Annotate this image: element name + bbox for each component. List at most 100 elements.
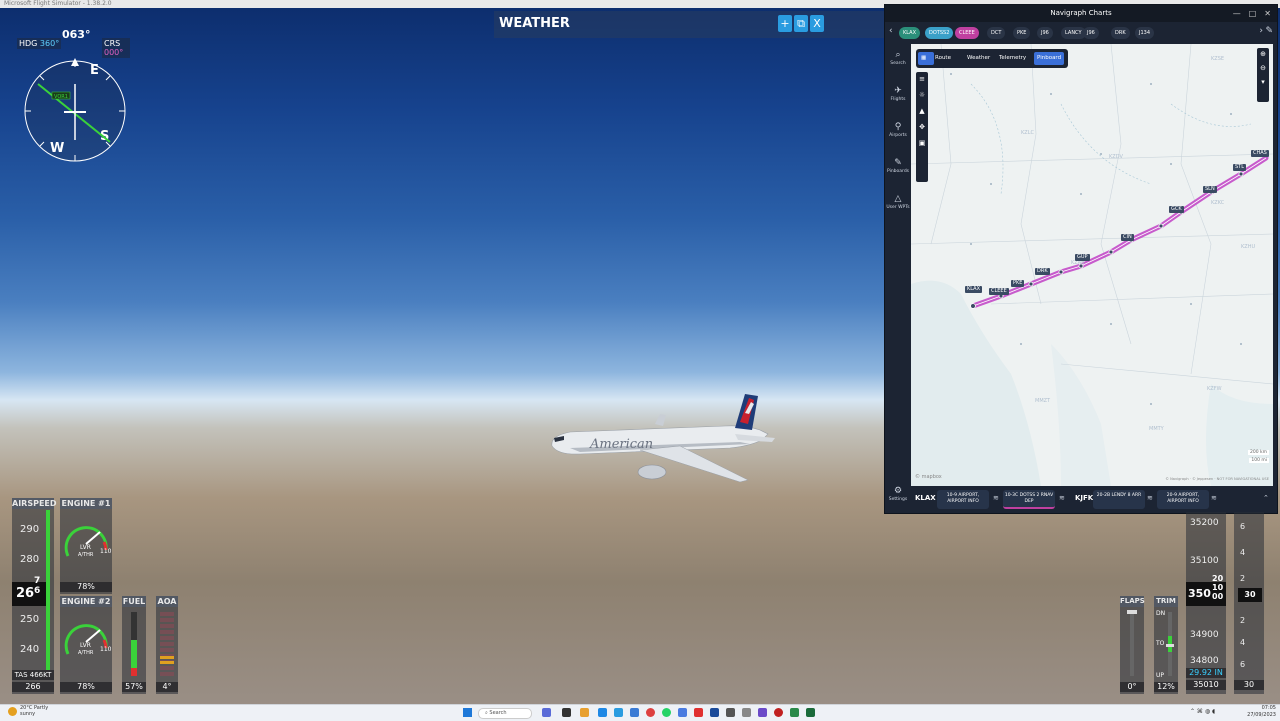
chart-layers-icon-3[interactable]: ≋ <box>1147 494 1153 502</box>
compass-w: W <box>50 141 64 156</box>
waypoint-sln[interactable]: SLN <box>1203 186 1217 193</box>
route-origin[interactable]: KLAX <box>899 27 921 39</box>
map-label-kzdv: KZDV <box>1109 154 1123 160</box>
arrival-airport[interactable]: KJFK <box>1075 494 1093 502</box>
waypoint-chas[interactable]: CHAS <box>1251 150 1269 157</box>
taskbar-app-icon-2[interactable] <box>562 708 571 717</box>
window-title: Microsoft Flight Simulator - 1.38.2.0 <box>4 0 112 7</box>
taskbar-app-icon-11[interactable] <box>790 708 799 717</box>
fuel-panel: FUEL 57% <box>122 596 146 694</box>
sidebar-item-search[interactable]: ⌕ Search <box>885 50 911 66</box>
taskbar-app-icon-9[interactable] <box>758 708 767 717</box>
map-label-kzfw: KZFW <box>1207 386 1222 392</box>
layers-icon[interactable]: ≡ <box>916 75 928 83</box>
weather-external-button[interactable]: ⧉ <box>794 15 808 32</box>
map-label-kzse: KZSE <box>1211 56 1225 62</box>
chart-klax-airport[interactable]: 10-9 AIRPORT, AIRPORT INFO <box>937 490 989 509</box>
weather-icon[interactable] <box>8 707 17 716</box>
route-cleee[interactable]: DCT <box>987 27 1006 39</box>
edit-icon[interactable]: ✎ <box>1265 26 1273 36</box>
taskbar-weather: 20°C Partly sunny <box>20 705 49 717</box>
zoom-out-icon[interactable]: ⊖ <box>1257 64 1269 72</box>
folder-icon[interactable] <box>580 708 589 717</box>
waypoint-gck[interactable]: GCK <box>1169 206 1184 213</box>
waypoint-stl[interactable]: STL <box>1233 164 1247 171</box>
brightness-icon[interactable]: ☼ <box>916 91 928 99</box>
waypoint-drk[interactable]: DRK <box>1035 268 1050 275</box>
taskbar-app-icon-8[interactable] <box>742 708 751 717</box>
waypoint-klax[interactable]: KLAX <box>965 286 983 293</box>
collapse-left-icon[interactable]: ‹ <box>889 26 893 36</box>
triangle-icon: △ <box>894 194 902 204</box>
tool-weather[interactable]: Weather <box>964 52 993 65</box>
map-view[interactable]: KZSE KZLC KZDV KZAB KZKC KZFW KZHU MMTY … <box>911 44 1273 486</box>
waypoint-cin[interactable]: CIN <box>1121 234 1134 241</box>
sidebar-item-flights[interactable]: ✈ Flights <box>885 86 911 102</box>
sidebar-item-pinboards[interactable]: ✎ Pinboards <box>885 158 911 174</box>
close-button[interactable]: ✕ <box>1264 9 1271 18</box>
altitude-panel: 35200 35100 34900 34800 350 20 10 00 29.9… <box>1186 512 1226 694</box>
sidebar-item-user-wpts[interactable]: △ User WPTs <box>885 194 911 210</box>
expand-up-icon[interactable]: ⌃ <box>1263 494 1269 502</box>
weather-add-button[interactable]: + <box>778 15 792 32</box>
pin-icon: ✎ <box>894 158 902 168</box>
chart-layers-icon-2[interactable]: ≋ <box>1059 494 1065 502</box>
taskbar-app-icon-5[interactable] <box>678 708 687 717</box>
move-icon[interactable]: ✥ <box>916 123 928 131</box>
vs-tick-6: 6 <box>1240 522 1246 531</box>
route-sid[interactable]: DOTSS2 <box>925 27 954 39</box>
chart-klax-dep[interactable]: 10-3C DOTSS 2 RNAV DEP <box>1003 490 1055 509</box>
tool-telemetry[interactable]: Telemetry <box>996 52 1029 65</box>
route-drk[interactable]: J134 <box>1135 27 1155 39</box>
taskbar-app-icon-1[interactable] <box>542 708 551 717</box>
chrome-icon[interactable] <box>646 708 655 717</box>
route-transition[interactable]: CLEEE <box>955 27 979 39</box>
aoa-value: 4° <box>156 682 178 692</box>
route-j96[interactable]: LANCY <box>1061 27 1086 39</box>
xbox-icon[interactable] <box>806 708 815 717</box>
edge-icon[interactable] <box>598 708 607 717</box>
windows-start-icon[interactable] <box>463 708 472 717</box>
airspeed-readout: 26 7 6 <box>12 576 46 606</box>
taskbar-app-icon-4[interactable] <box>630 708 639 717</box>
route-bar: ‹ KLAX DOTSS2 CLEEE DCT PKE J96 LANCY J9… <box>885 22 1277 44</box>
tray-icons[interactable]: ⌃ ⌘ ◍ ◖ <box>1190 708 1215 715</box>
chart-kjfk-airport[interactable]: 20-9 AIRPORT, AIRPORT INFO <box>1157 490 1209 509</box>
chart-layers-icon-4[interactable]: ≋ <box>1211 494 1217 502</box>
chart-kjfk-arr[interactable]: 20-2B LENDY 8 ARR <box>1093 490 1145 509</box>
weather-close-button[interactable]: X <box>810 15 824 32</box>
tool-pinboard[interactable]: Pinboard <box>1034 52 1065 65</box>
taskbar-app-icon-3[interactable] <box>614 708 623 717</box>
alt-tick-35100: 35100 <box>1190 556 1219 566</box>
frame-icon[interactable]: ▣ <box>916 139 928 147</box>
zoom-in-icon[interactable]: ⊕ <box>1257 50 1269 58</box>
taskbar-app-icon-10[interactable] <box>774 708 783 717</box>
taskbar-clock[interactable]: 07:05 27/09/2023 <box>1246 705 1276 719</box>
waypoint-gup[interactable]: GUP <box>1075 254 1090 261</box>
mapbox-logo: © mapbox <box>915 474 942 480</box>
sidebar-item-settings[interactable]: ⚙ Settings <box>885 486 911 502</box>
engine1-athr: A/THR <box>78 552 94 558</box>
chart-layers-icon[interactable]: ≋ <box>993 494 999 502</box>
collapse-right-icon[interactable]: › <box>1259 26 1263 36</box>
minimize-button[interactable]: — <box>1233 9 1241 18</box>
tas-readout: TAS 466KT <box>12 670 54 680</box>
waypoint-cleee[interactable]: CLEEE <box>989 288 1009 295</box>
tool-route[interactable]: Route <box>932 52 954 65</box>
engine1-max: 110 <box>100 548 112 555</box>
north-up-icon[interactable]: ▲ <box>916 107 928 115</box>
sidebar-item-airports[interactable]: ⚲ Airports <box>885 122 911 138</box>
youtube-icon[interactable] <box>694 708 703 717</box>
departure-airport[interactable]: KLAX <box>915 494 936 502</box>
route-pke[interactable]: J96 <box>1037 27 1053 39</box>
maximize-button[interactable]: □ <box>1249 9 1257 18</box>
route-j96-2[interactable]: DRK <box>1111 27 1130 39</box>
taskbar-app-icon-7[interactable] <box>726 708 735 717</box>
chevron-down-icon[interactable]: ▾ <box>1257 78 1269 86</box>
taskbar-app-icon-6[interactable] <box>710 708 719 717</box>
route-lancy[interactable]: J96 <box>1083 27 1099 39</box>
route-airway[interactable]: PKE <box>1013 27 1031 39</box>
waypoint-pke[interactable]: PKE <box>1011 280 1025 287</box>
taskbar-search[interactable]: ⌕ Search <box>478 708 532 719</box>
whatsapp-icon[interactable] <box>662 708 671 717</box>
